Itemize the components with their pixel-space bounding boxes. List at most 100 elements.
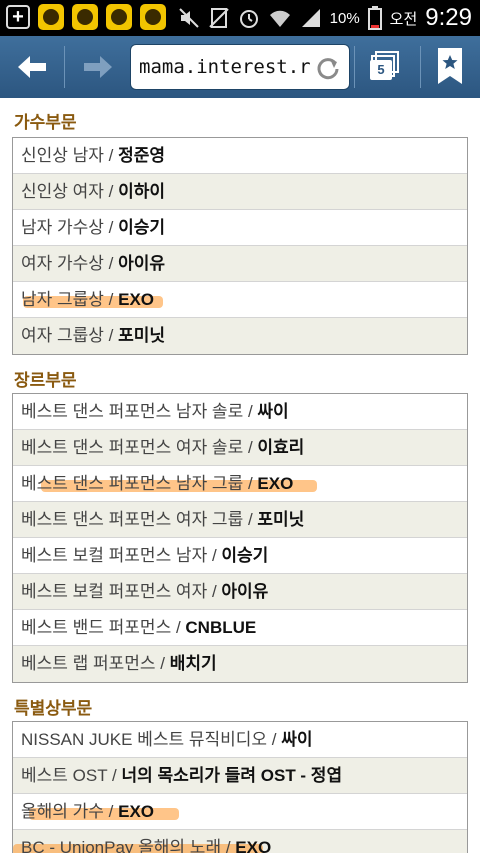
award-category: 여자 가수상	[21, 254, 104, 273]
award-winner: 이승기	[118, 218, 166, 237]
separator: /	[221, 838, 236, 853]
award-category: 베스트 보컬 퍼포먼스 남자	[21, 546, 208, 565]
separator: /	[243, 474, 258, 493]
award-winner: EXO	[118, 802, 155, 821]
separator: /	[243, 438, 258, 457]
award-winner: EXO	[118, 290, 155, 309]
tabs-button[interactable]: 5	[362, 48, 402, 88]
award-category: 베스트 보컬 퍼포먼스 여자	[21, 582, 208, 601]
award-winner: 정준영	[118, 146, 166, 165]
signal-icon	[300, 7, 322, 29]
award-category: 베스트 댄스 퍼포먼스 여자 그룹	[21, 510, 244, 529]
award-winner: EXO	[257, 474, 294, 493]
award-row[interactable]: 베스트 랩 퍼포먼스 / 배치기	[13, 646, 467, 682]
award-category: 베스트 댄스 퍼포먼스 여자 솔로	[21, 438, 244, 457]
award-row[interactable]: 여자 가수상 / 아이유	[13, 246, 467, 282]
award-category: 베스트 댄스 퍼포먼스 남자 그룹	[21, 474, 244, 493]
award-category: NISSAN JUKE 베스트 뮤직비디오	[21, 730, 268, 749]
status-time: 9:29	[425, 4, 472, 31]
separator: /	[103, 326, 119, 345]
separator: /	[243, 510, 258, 529]
award-row[interactable]: 베스트 댄스 퍼포먼스 남자 솔로 / 싸이	[13, 394, 467, 430]
award-category: 베스트 랩 퍼포먼스	[21, 654, 156, 673]
toolbar-divider	[354, 46, 355, 88]
tab-count: 5	[370, 60, 392, 80]
award-category: 베스트 OST	[21, 766, 108, 785]
separator: /	[103, 802, 119, 821]
separator: /	[107, 766, 122, 785]
section-title: 가수부문	[14, 113, 77, 132]
arrow-left-icon	[18, 56, 46, 78]
award-winner: 이효리	[257, 438, 305, 457]
award-row[interactable]: 베스트 보컬 퍼포먼스 여자 / 아이유	[13, 574, 467, 610]
separator: /	[103, 146, 119, 165]
separator: /	[103, 254, 119, 273]
award-list: 베스트 댄스 퍼포먼스 남자 솔로 / 싸이 베스트 댄스 퍼포먼스 여자 솔로 …	[12, 393, 468, 683]
forward-button[interactable]	[80, 50, 116, 84]
award-list: 신인상 남자 / 정준영 신인상 여자 / 이하이 남자 가수상 / 이승기 여자 가…	[12, 137, 468, 355]
award-row[interactable]: 신인상 남자 / 정준영	[13, 138, 467, 174]
separator: /	[155, 654, 170, 673]
back-button[interactable]	[14, 50, 50, 84]
mute-icon	[178, 7, 200, 29]
arrow-right-icon	[84, 56, 112, 78]
battery-icon	[367, 6, 382, 30]
separator: /	[171, 618, 186, 637]
award-category: 남자 가수상	[21, 218, 104, 237]
award-row[interactable]: 베스트 보컬 퍼포먼스 남자 / 이승기	[13, 538, 467, 574]
toolbar-divider	[64, 46, 65, 88]
app-notification-icon	[72, 4, 98, 30]
status-bar: + 10% 오전 9:29	[0, 0, 480, 36]
award-winner: 아이유	[118, 254, 166, 273]
toolbar-divider	[420, 46, 421, 88]
url-text[interactable]: mama.interest.r	[139, 56, 311, 78]
app-notification-icon	[106, 4, 132, 30]
no-sim-icon	[208, 7, 230, 29]
separator: /	[103, 290, 119, 309]
separator: /	[267, 730, 282, 749]
award-row[interactable]: 베스트 댄스 퍼포먼스 여자 그룹 / 포미닛	[13, 502, 467, 538]
award-winner: 아이유	[221, 582, 269, 601]
award-winner: 배치기	[169, 654, 217, 673]
separator: /	[207, 582, 222, 601]
award-winner: CNBLUE	[185, 618, 257, 637]
status-ampm: 오전	[389, 10, 418, 28]
award-row[interactable]: 신인상 여자 / 이하이	[13, 174, 467, 210]
award-winner: EXO	[235, 838, 272, 853]
bookmark-icon	[438, 48, 462, 84]
award-row[interactable]: NISSAN JUKE 베스트 뮤직비디오 / 싸이	[13, 722, 467, 758]
award-category: 신인상 여자	[21, 182, 104, 201]
award-category: 남자 그룹상	[21, 290, 104, 309]
app-notification-icon	[38, 4, 64, 30]
award-winner: 싸이	[257, 402, 289, 421]
bookmark-button[interactable]	[436, 46, 464, 86]
award-row[interactable]: 올해의 가수 / EXO	[13, 794, 467, 830]
section-title: 장르부문	[14, 371, 77, 390]
award-row[interactable]: 베스트 밴드 퍼포먼스 / CNBLUE	[13, 610, 467, 646]
reload-button[interactable]	[315, 55, 341, 81]
award-row[interactable]: 남자 가수상 / 이승기	[13, 210, 467, 246]
alarm-icon	[238, 7, 260, 29]
award-row[interactable]: 베스트 댄스 퍼포먼스 남자 그룹 / EXO	[13, 466, 467, 502]
url-bar[interactable]: mama.interest.r	[130, 44, 350, 90]
separator: /	[243, 402, 258, 421]
app-notification-icon	[140, 4, 166, 30]
award-row[interactable]: 여자 그룹상 / 포미닛	[13, 318, 467, 354]
reload-icon	[317, 58, 339, 80]
award-category: 여자 그룹상	[21, 326, 104, 345]
browser-toolbar: mama.interest.r 5	[0, 36, 480, 98]
separator: /	[103, 218, 119, 237]
battery-percent: 10%	[329, 9, 360, 27]
award-category: 베스트 밴드 퍼포먼스	[21, 618, 172, 637]
award-category: BC - UnionPay 올해의 노래	[21, 838, 222, 853]
award-category: 신인상 남자	[21, 146, 104, 165]
award-list: NISSAN JUKE 베스트 뮤직비디오 / 싸이 베스트 OST / 너의 목…	[12, 721, 468, 853]
award-row[interactable]: 베스트 댄스 퍼포먼스 여자 솔로 / 이효리	[13, 430, 467, 466]
award-winner: 포미닛	[257, 510, 305, 529]
award-category: 베스트 댄스 퍼포먼스 남자 솔로	[21, 402, 244, 421]
award-row[interactable]: 남자 그룹상 / EXO	[13, 282, 467, 318]
award-row[interactable]: BC - UnionPay 올해의 노래 / EXO	[13, 830, 467, 853]
award-winner: 포미닛	[118, 326, 166, 345]
award-winner: 이승기	[221, 546, 269, 565]
award-row[interactable]: 베스트 OST / 너의 목소리가 들려 OST - 정엽	[13, 758, 467, 794]
